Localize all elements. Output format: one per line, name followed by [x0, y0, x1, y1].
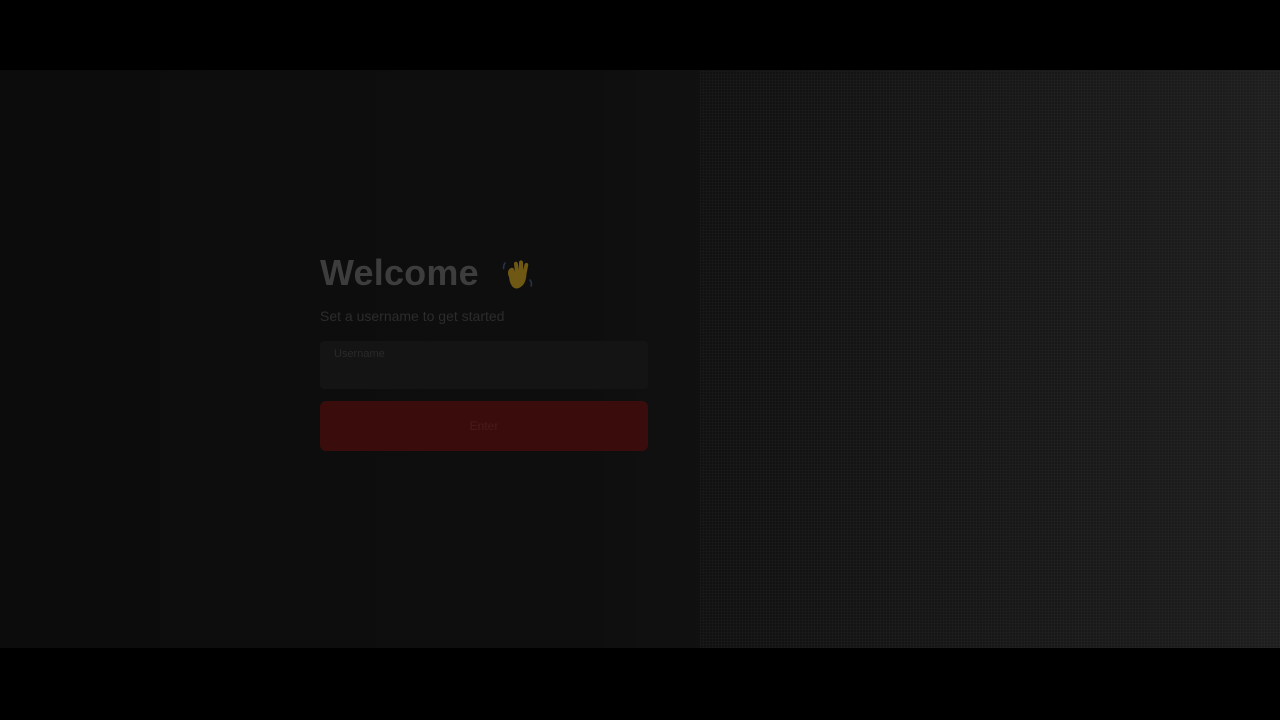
- username-field[interactable]: Username: [320, 341, 648, 389]
- subtitle: Set a username to get started: [320, 308, 505, 324]
- username-input[interactable]: [334, 363, 634, 383]
- page-title: Welcome: [320, 252, 479, 293]
- letterbox-top: [0, 0, 1280, 70]
- welcome-panel: Welcome Set a username to get started Us…: [320, 251, 648, 451]
- enter-button[interactable]: Enter: [320, 401, 648, 451]
- letterbox-bottom: [0, 648, 1280, 720]
- title-row: Welcome: [320, 251, 648, 295]
- waving-hand-icon: [497, 255, 537, 295]
- username-label: Username: [334, 348, 385, 360]
- app-viewport: Welcome Set a username to get started Us…: [0, 70, 1280, 648]
